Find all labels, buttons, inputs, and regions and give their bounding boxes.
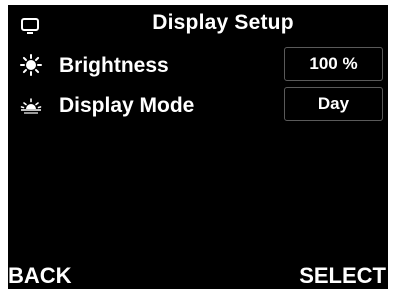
brightness-value[interactable]: 100 % <box>284 47 383 81</box>
sunset-icon <box>20 94 42 116</box>
back-button[interactable]: BACK <box>8 263 72 289</box>
monitor-icon <box>20 16 40 36</box>
title-bar: Display Setup <box>8 5 388 41</box>
select-button[interactable]: SELECT <box>299 263 386 289</box>
page-title: Display Setup <box>152 11 294 34</box>
setting-row-display-mode[interactable]: Display Mode Day <box>8 86 388 124</box>
setting-row-brightness[interactable]: Brightness 100 % <box>8 46 388 84</box>
brightness-label: Brightness <box>59 54 169 77</box>
display-mode-value[interactable]: Day <box>284 87 383 121</box>
display-setup-screen: Display Setup Brightness 100 % Display M… <box>8 5 388 289</box>
sun-icon <box>20 54 42 76</box>
display-mode-label: Display Mode <box>59 94 195 117</box>
